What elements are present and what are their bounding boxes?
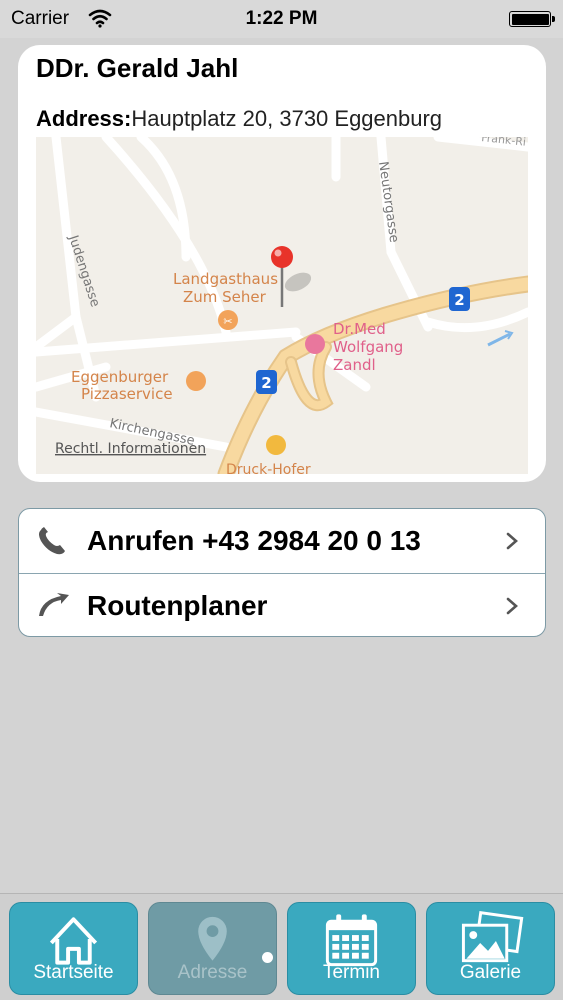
poi-label: Druck-Hofer — [226, 462, 311, 474]
tab-adresse[interactable]: Adresse — [148, 902, 277, 995]
practice-card: DDr. Gerald Jahl Address:Hauptplatz 20, … — [18, 45, 546, 482]
map-canvas[interactable]: ✂ Landgasthaus Zum Seher Eggenburger Piz… — [36, 137, 528, 474]
call-label: Anrufen +43 2984 20 0 13 — [87, 525, 421, 556]
practice-name: DDr. Gerald Jahl — [36, 53, 239, 83]
tab-termin[interactable]: Termin — [287, 902, 416, 995]
action-list: Anrufen +43 2984 20 0 13 Routenplaner — [18, 508, 546, 637]
chevron-right-icon — [506, 597, 518, 615]
svg-text:✂: ✂ — [223, 315, 232, 328]
tab-label: Termin — [322, 962, 380, 983]
calendar-icon — [325, 914, 378, 967]
chevron-right-icon — [506, 532, 518, 550]
poi-label: Pizzaservice — [81, 385, 173, 403]
poi-label: Wolfgang — [333, 338, 403, 356]
map-pin-icon — [198, 916, 227, 961]
legal-link[interactable]: Rechtl. Informationen — [55, 441, 206, 457]
route-planner-row[interactable]: Routenplaner — [19, 573, 545, 636]
tab-label: Adresse — [177, 962, 248, 983]
route-badge: 2 — [449, 287, 470, 311]
tab-startseite[interactable]: Startseite — [9, 902, 138, 995]
tab-galerie[interactable]: Galerie — [426, 902, 555, 995]
address-label: Address: — [36, 106, 132, 131]
pizza-icon — [186, 371, 206, 391]
poi-label: Eggenburger — [71, 368, 169, 386]
route-badge: 2 — [256, 370, 277, 394]
route-icon — [39, 593, 69, 616]
address-line: Address:Hauptplatz 20, 3730 Eggenburg — [36, 106, 442, 132]
home-icon — [49, 917, 98, 965]
location-map[interactable]: ✂ Landgasthaus Zum Seher Eggenburger Piz… — [36, 137, 528, 474]
address-value: Hauptplatz 20, 3730 Eggenburg — [131, 106, 443, 131]
tab-label: Startseite — [33, 962, 114, 983]
status-bar: Carrier 1:22 PM — [0, 0, 563, 38]
poi-label: Zum Seher — [183, 288, 267, 306]
clock: 1:22 PM — [245, 8, 318, 29]
tab-label: Galerie — [459, 962, 522, 983]
phone-icon — [39, 527, 65, 555]
page-dot — [288, 952, 299, 963]
poi-label: Dr.Med — [333, 320, 386, 338]
svg-text:2: 2 — [454, 291, 464, 309]
gallery-icon — [461, 910, 524, 963]
doctor-icon — [305, 334, 325, 354]
tab-bar: Startseite Adresse Termin Galerie — [0, 893, 563, 1000]
svg-text:2: 2 — [261, 374, 271, 392]
battery-icon — [509, 11, 555, 27]
page-indicator — [262, 952, 302, 964]
call-row[interactable]: Anrufen +43 2984 20 0 13 — [19, 509, 545, 573]
route-planner-label: Routenplaner — [87, 590, 268, 621]
poi-label: Landgasthaus — [173, 270, 278, 288]
shop-icon — [266, 435, 286, 455]
page-dot-active — [262, 952, 273, 963]
poi-label: Zandl — [333, 356, 376, 374]
